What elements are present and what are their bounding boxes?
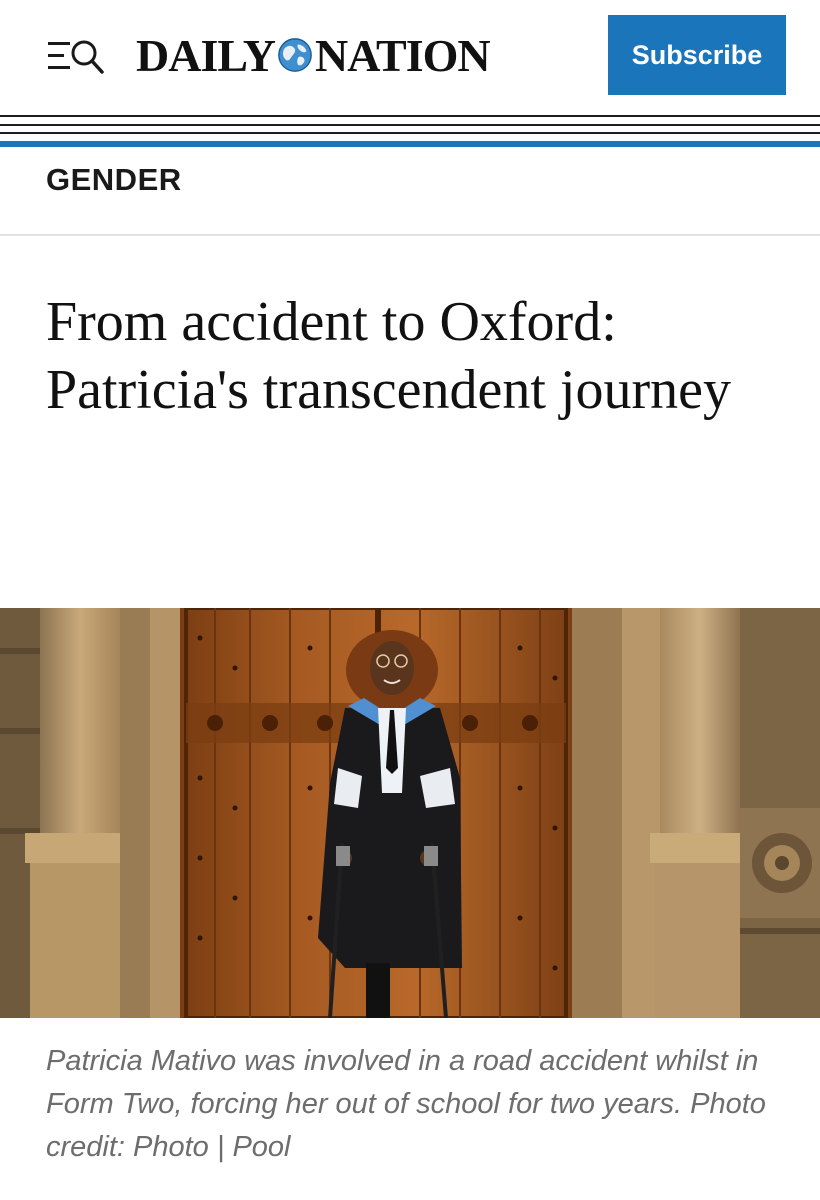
logo-word-nation: NATION — [315, 29, 491, 81]
hero-photo-illustration — [0, 608, 820, 1018]
site-logo[interactable]: DAILY NATION — [136, 24, 491, 86]
search-icon — [71, 40, 104, 74]
header-rule — [0, 115, 820, 117]
menu-search-button[interactable] — [46, 36, 108, 78]
header-rule — [0, 124, 820, 126]
article-headline: From accident to Oxford: Patricia's tran… — [46, 291, 731, 421]
site-header: DAILY NATION Subscribe — [0, 0, 820, 112]
menu-search-icon — [48, 40, 104, 74]
section-link-gender[interactable]: GENDER — [46, 162, 182, 198]
section-divider — [0, 234, 820, 236]
header-accent-rule — [0, 141, 820, 147]
subscribe-button[interactable]: Subscribe — [608, 15, 786, 95]
globe-icon — [278, 38, 312, 72]
image-caption: Patricia Mativo was involved in a road a… — [46, 1045, 766, 1163]
menu-icon — [48, 42, 70, 69]
article-hero-image — [0, 608, 820, 1018]
header-rule — [0, 132, 820, 134]
logo-word-daily: DAILY — [136, 29, 276, 81]
